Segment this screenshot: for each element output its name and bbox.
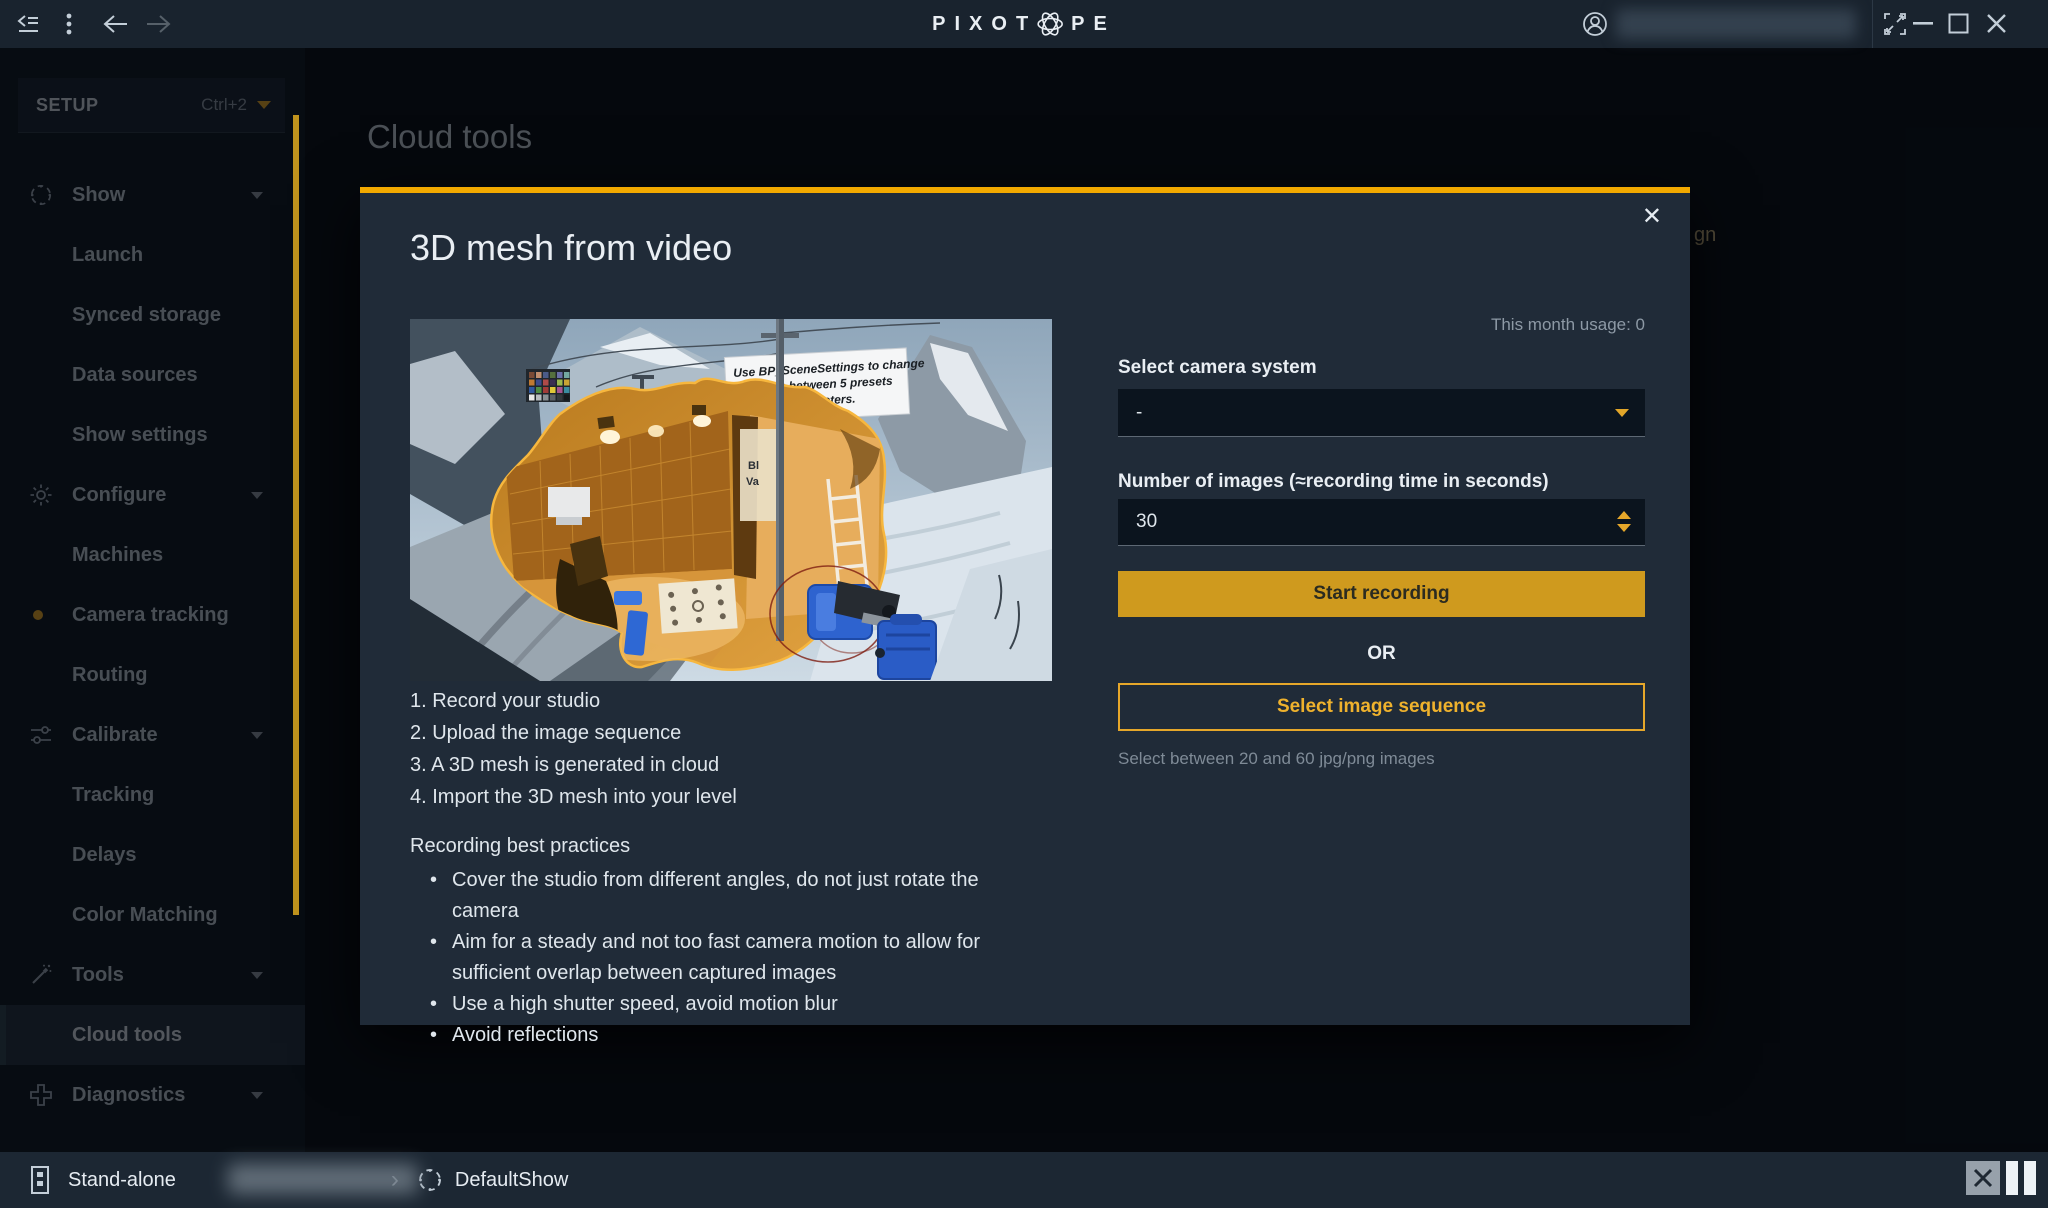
step-line: 3. A 3D mesh is generated in cloud (410, 749, 737, 781)
practice-item: Aim for a steady and not too fast camera… (426, 927, 1046, 989)
kebab-menu-icon[interactable] (66, 12, 72, 36)
logo-text-left: PIXOT (932, 13, 1037, 36)
camera-system-value: - (1136, 402, 1142, 424)
stepper-arrows[interactable] (1617, 511, 1631, 532)
select-image-sequence-button[interactable]: Select image sequence (1118, 683, 1645, 731)
pause-bar-icon[interactable] (2006, 1161, 2018, 1195)
spinner-down-icon[interactable] (1617, 524, 1631, 532)
logo-text-right: PE (1071, 13, 1116, 36)
best-practices-list: Cover the studio from different angles, … (426, 865, 1046, 1051)
image-count-input[interactable] (1118, 499, 1645, 546)
step-line: 1. Record your studio (410, 685, 737, 717)
or-separator: OR (1118, 643, 1645, 665)
status-blurred-text (228, 1164, 418, 1194)
best-practices-title: Recording best practices (410, 835, 630, 858)
step-line: 4. Import the 3D mesh into your level (410, 781, 737, 813)
dialog-form: This month usage: 0 Select camera system… (1118, 193, 1645, 1031)
connection-mode[interactable]: Stand-alone (68, 1169, 176, 1192)
step-line: 2. Upload the image sequence (410, 717, 737, 749)
svg-text:Va: Va (746, 476, 760, 488)
machine-icon (28, 1164, 52, 1196)
current-show-name[interactable]: DefaultShow (455, 1169, 568, 1192)
titlebar-separator (1872, 0, 1873, 48)
sidebar-scrollbar[interactable] (293, 115, 299, 915)
chevron-down-icon (1615, 409, 1629, 417)
pixotope-logo: PIXOT PE (932, 0, 1116, 48)
mesh-from-video-dialog: ✕ 3D mesh from video (360, 187, 1690, 1025)
dialog-title: 3D mesh from video (410, 227, 732, 269)
start-recording-button[interactable]: Start recording (1118, 571, 1645, 617)
forward-arrow-icon[interactable] (146, 14, 172, 34)
practice-item: Use a high shutter speed, avoid motion b… (426, 989, 1046, 1020)
workflow-steps: 1. Record your studio2. Upload the image… (410, 685, 737, 813)
svg-text:Bl: Bl (748, 460, 759, 472)
camera-system-label: Select camera system (1118, 357, 1317, 379)
show-icon (417, 1167, 443, 1193)
maximize-icon[interactable] (1948, 13, 1969, 34)
username-blurred (1616, 9, 1856, 39)
studio-preview-image: Use BP_SceneSettings to change lighting … (410, 319, 1052, 681)
title-bar: PIXOT PE (0, 0, 2048, 48)
minimize-icon[interactable] (1913, 22, 1933, 26)
back-arrow-icon[interactable] (102, 14, 128, 34)
collapse-sidebar-icon[interactable] (16, 14, 40, 34)
status-close-button[interactable] (1966, 1161, 2000, 1195)
practice-item: Cover the studio from different angles, … (426, 865, 1046, 927)
atom-icon (1033, 7, 1067, 41)
image-count-label: Number of images (≈recording time in sec… (1118, 471, 1549, 493)
color-checker-chart (526, 369, 570, 402)
usage-counter: This month usage: 0 (1491, 315, 1645, 335)
account-icon[interactable] (1582, 11, 1608, 37)
fit-screen-icon[interactable] (1884, 13, 1906, 35)
spinner-up-icon[interactable] (1617, 511, 1631, 519)
practice-item: Avoid reflections (426, 1020, 1046, 1051)
close-window-icon[interactable] (1986, 13, 2007, 34)
image-count-hint: Select between 20 and 60 jpg/png images (1118, 749, 1435, 769)
camera-system-dropdown[interactable]: - (1118, 389, 1645, 437)
pause-bar-icon[interactable] (2024, 1161, 2036, 1195)
